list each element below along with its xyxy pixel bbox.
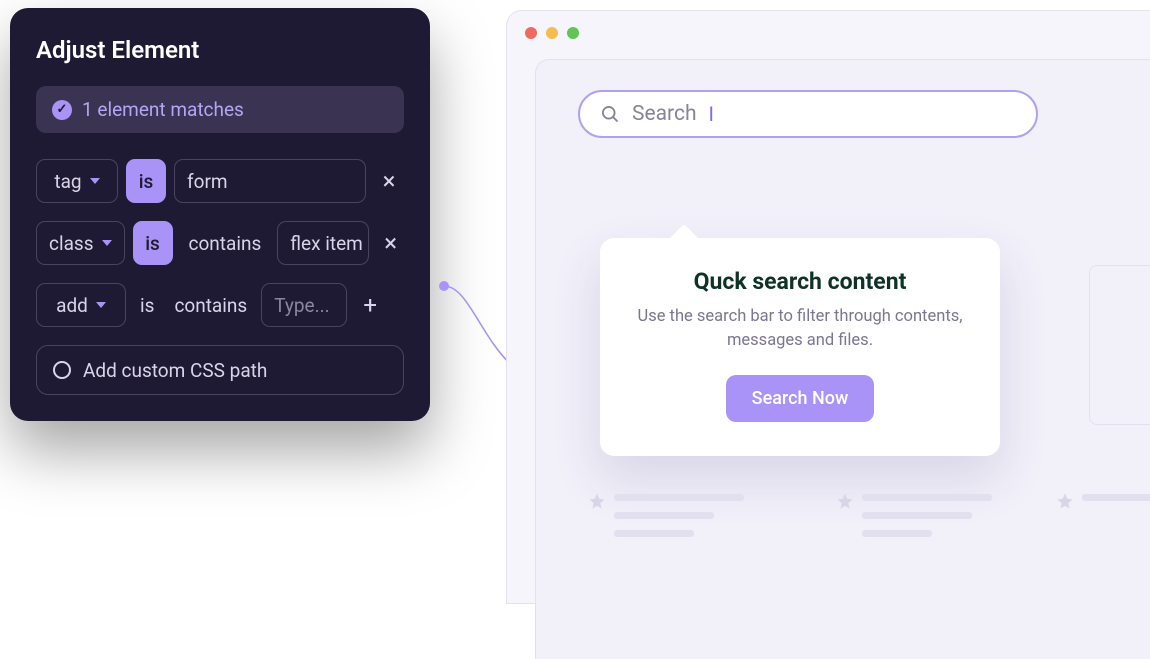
star-icon	[836, 492, 854, 510]
maximize-dot-icon[interactable]	[567, 27, 579, 39]
attr-dropdown[interactable]: class	[36, 221, 125, 265]
match-status-pill: ✓ 1 element matches	[36, 86, 404, 133]
skeleton-card	[1089, 265, 1150, 425]
remove-rule-button[interactable]: ×	[377, 221, 404, 265]
chevron-down-icon	[90, 178, 100, 184]
rule-row: add is contains Type... +	[36, 283, 404, 327]
search-input[interactable]: Search I	[578, 90, 1038, 138]
search-placeholder: Search	[632, 102, 697, 126]
window-controls	[507, 11, 1150, 55]
attr-value: class	[49, 232, 94, 255]
attr-dropdown[interactable]: add	[36, 283, 126, 327]
value-input[interactable]: form	[174, 159, 366, 203]
check-icon: ✓	[52, 100, 72, 120]
popover-title: Quck search content	[632, 268, 968, 295]
value-input[interactable]: Type...	[261, 283, 347, 327]
search-now-button[interactable]: Search Now	[726, 375, 875, 422]
adjust-element-panel: Adjust Element ✓ 1 element matches tag i…	[10, 8, 430, 421]
add-rule-button[interactable]: +	[355, 283, 385, 327]
radio-icon	[53, 361, 71, 379]
popover-description: Use the search bar to filter through con…	[632, 305, 968, 353]
attr-value: add	[56, 294, 88, 317]
content-area: Search I Quck search content Use the sea…	[535, 59, 1150, 659]
attr-value: tag	[54, 170, 81, 193]
text-cursor-icon: I	[709, 102, 714, 126]
skeleton-line	[614, 494, 744, 501]
skeleton-line	[614, 512, 714, 519]
close-dot-icon[interactable]	[525, 27, 537, 39]
operator-chip[interactable]: is	[133, 221, 173, 265]
star-icon	[588, 492, 606, 510]
rule-row: tag is form ×	[36, 159, 404, 203]
search-icon	[600, 104, 620, 124]
skeleton-line	[614, 530, 694, 537]
operator-chip[interactable]: is	[134, 283, 160, 327]
operator-chip[interactable]: is	[126, 159, 166, 203]
search-popover: Quck search content Use the search bar t…	[600, 238, 1000, 456]
attr-dropdown[interactable]: tag	[36, 159, 118, 203]
custom-css-label: Add custom CSS path	[83, 359, 267, 382]
match-mode[interactable]: contains	[168, 283, 253, 327]
remove-rule-button[interactable]: ×	[374, 159, 404, 203]
skeleton-line	[862, 494, 992, 501]
match-status-text: 1 element matches	[82, 98, 244, 121]
minimize-dot-icon[interactable]	[546, 27, 558, 39]
rule-row: class is contains flex item ×	[36, 221, 404, 265]
chevron-down-icon	[102, 240, 112, 246]
skeleton-line	[862, 530, 932, 537]
chevron-down-icon	[96, 302, 106, 308]
star-icon	[1056, 492, 1074, 510]
skeleton-line	[1082, 494, 1150, 501]
browser-window: Search I Quck search content Use the sea…	[506, 10, 1150, 604]
match-mode[interactable]: contains	[181, 221, 270, 265]
skeleton-line	[862, 512, 972, 519]
add-custom-css-path-button[interactable]: Add custom CSS path	[36, 345, 404, 395]
panel-title: Adjust Element	[36, 36, 404, 64]
value-input[interactable]: flex item	[277, 221, 369, 265]
